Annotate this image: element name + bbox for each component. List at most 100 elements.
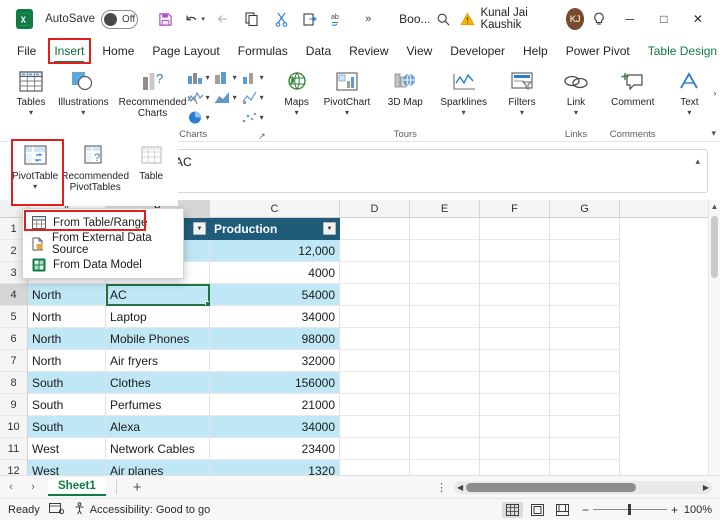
row-header-8[interactable]: 8 (0, 372, 28, 394)
cell-g11[interactable] (550, 438, 620, 460)
scroll-left-icon[interactable]: ◀ (454, 483, 466, 492)
stock-chart-button[interactable]: ▾ (239, 88, 266, 107)
cell-d5[interactable] (340, 306, 410, 328)
tab-view[interactable]: View (398, 41, 442, 61)
cell-a10[interactable]: South (28, 416, 106, 438)
cell-a8[interactable]: South (28, 372, 106, 394)
charts-dialog-launcher[interactable]: ↗ (258, 131, 266, 142)
cell-c2[interactable]: 12,000 (210, 240, 340, 262)
cell-d8[interactable] (340, 372, 410, 394)
cell-g8[interactable] (550, 372, 620, 394)
tab-page-layout[interactable]: Page Layout (143, 41, 228, 61)
menu-item-from-external-data-source[interactable]: From External Data Source (23, 232, 183, 256)
cell-e4[interactable] (410, 284, 480, 306)
column-header-g[interactable]: G (550, 200, 620, 217)
cell-b6[interactable]: Mobile Phones (106, 328, 210, 350)
cell-d10[interactable] (340, 416, 410, 438)
cell-e7[interactable] (410, 350, 480, 372)
tab-home[interactable]: Home (93, 41, 143, 61)
accessibility-status[interactable]: Accessibility: Good to go (73, 501, 210, 518)
cell-g4[interactable] (550, 284, 620, 306)
cell-d1[interactable] (340, 218, 410, 240)
cell-a4[interactable]: North (28, 284, 106, 306)
save-icon[interactable] (152, 6, 178, 32)
cell-g7[interactable] (550, 350, 620, 372)
cell-f10[interactable] (480, 416, 550, 438)
bar-chart-button[interactable]: ▾ (212, 68, 239, 87)
cell-b8[interactable]: Clothes (106, 372, 210, 394)
tab-power-pivot[interactable]: Power Pivot (557, 41, 639, 61)
tab-data[interactable]: Data (297, 41, 340, 61)
cell-e6[interactable] (410, 328, 480, 350)
comment-button[interactable]: Comment (607, 66, 658, 108)
cell-d4[interactable] (340, 284, 410, 306)
row-header-4[interactable]: 4 (0, 284, 28, 306)
text-overflow-chevron-icon[interactable]: › (712, 66, 716, 120)
row-header-12[interactable]: 12 (0, 460, 28, 475)
cell-d6[interactable] (340, 328, 410, 350)
redo-icon[interactable] (210, 6, 236, 32)
cell-g9[interactable] (550, 394, 620, 416)
cell-f2[interactable] (480, 240, 550, 262)
column-header-f[interactable]: F (480, 200, 550, 217)
cell-e12[interactable] (410, 460, 480, 475)
formula-input[interactable]: AC ▴ (166, 149, 708, 193)
cell-e8[interactable] (410, 372, 480, 394)
tab-file[interactable]: File (8, 41, 45, 61)
cell-a9[interactable]: South (28, 394, 106, 416)
cell-e1[interactable] (410, 218, 480, 240)
tab-help[interactable]: Help (514, 41, 557, 61)
cell-f6[interactable] (480, 328, 550, 350)
cell-g6[interactable] (550, 328, 620, 350)
cell-e11[interactable] (410, 438, 480, 460)
cell-d12[interactable] (340, 460, 410, 475)
row-header-10[interactable]: 10 (0, 416, 28, 438)
cell-a12[interactable]: West (28, 460, 106, 475)
vertical-scrollbar[interactable]: ▲ (708, 200, 720, 475)
undo-icon[interactable]: ▾ (181, 6, 207, 32)
zoom-track[interactable] (592, 504, 667, 515)
column-chart-button[interactable]: ▾ (185, 68, 212, 87)
recommended-pivottables-button[interactable]: ? Recommended PivotTables (61, 140, 129, 193)
cell-f5[interactable] (480, 306, 550, 328)
text-button[interactable]: Text ▾ (666, 66, 712, 117)
row-header-9[interactable]: 9 (0, 394, 28, 416)
cell-f8[interactable] (480, 372, 550, 394)
zoom-slider[interactable]: − + (582, 503, 678, 517)
scatter-chart-button[interactable]: ▾ (239, 108, 266, 127)
column-header-c[interactable]: C (210, 200, 340, 217)
avatar[interactable]: KJ (565, 8, 585, 30)
cut-icon[interactable] (268, 6, 294, 32)
prev-sheet-icon[interactable]: ‹ (0, 481, 22, 493)
cell-f3[interactable] (480, 262, 550, 284)
cell-g1[interactable] (550, 218, 620, 240)
add-sheet-button[interactable]: + (127, 479, 148, 496)
cell-c9[interactable]: 21000 (210, 394, 340, 416)
cell-e3[interactable] (410, 262, 480, 284)
normal-view-button[interactable] (501, 501, 523, 518)
cell-c11[interactable]: 23400 (210, 438, 340, 460)
horizontal-scrollbar[interactable]: ◀ ▶ (454, 480, 712, 494)
zoom-level[interactable]: 100% (682, 504, 712, 516)
cell-b9[interactable]: Perfumes (106, 394, 210, 416)
cell-f4[interactable] (480, 284, 550, 306)
maps-button[interactable]: Maps ▾ (274, 66, 320, 117)
next-sheet-icon[interactable]: › (22, 481, 44, 493)
filters-button[interactable]: Filters ▾ (499, 66, 545, 117)
filter-dropdown-icon[interactable]: ▼ (323, 222, 336, 235)
tab-table-design[interactable]: Table Design (639, 41, 720, 61)
pivottable-button[interactable]: PivotTable ▾ (8, 140, 62, 191)
cell-f12[interactable] (480, 460, 550, 475)
close-button[interactable]: ✕ (682, 3, 714, 35)
sparklines-button[interactable]: Sparklines ▾ (436, 66, 491, 117)
column-header-d[interactable]: D (340, 200, 410, 217)
cell-f7[interactable] (480, 350, 550, 372)
cell-b10[interactable]: Alexa (106, 416, 210, 438)
cell-b12[interactable]: Air planes (106, 460, 210, 475)
cell-b11[interactable]: Network Cables (106, 438, 210, 460)
ribbon-collapse-icon[interactable]: ▾ (711, 128, 716, 139)
cell-a6[interactable]: North (28, 328, 106, 350)
cell-c3[interactable]: 4000 (210, 262, 340, 284)
page-break-view-button[interactable] (552, 502, 573, 518)
cell-g3[interactable] (550, 262, 620, 284)
